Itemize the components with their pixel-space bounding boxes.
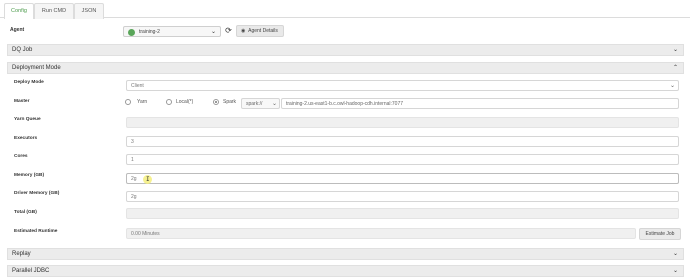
tab-json[interactable]: JSON bbox=[74, 3, 104, 19]
chevron-down-icon: ⌄ bbox=[669, 83, 675, 89]
agent-selected-value: training-2 bbox=[139, 29, 160, 35]
memory-input[interactable]: 2g bbox=[126, 173, 679, 184]
agent-status-icon bbox=[128, 28, 135, 36]
estimate-job-button[interactable]: Estimate Job bbox=[639, 228, 681, 240]
spark-host-input[interactable]: training-2.us-east1-b.c.owl-hadoop-cdh.i… bbox=[281, 98, 679, 109]
spark-protocol-select[interactable]: spark:// ⌄ bbox=[241, 98, 280, 109]
chevron-up-icon: ⌃ bbox=[672, 65, 678, 71]
radio-label: Spark bbox=[223, 99, 237, 105]
memory-label: Memory (GB) bbox=[14, 173, 45, 178]
radio-button[interactable] bbox=[125, 99, 131, 105]
text-cursor-icon: I bbox=[146, 176, 150, 183]
section-title: Replay bbox=[12, 251, 31, 257]
radio-label: Yarn bbox=[137, 99, 148, 105]
tab-config[interactable]: Config bbox=[4, 3, 34, 19]
yarn-queue-input[interactable] bbox=[126, 117, 679, 128]
agent-details-button[interactable]: ◉ Agent Details bbox=[236, 25, 284, 37]
section-title: DQ Job bbox=[12, 47, 33, 53]
total-input bbox=[126, 208, 679, 219]
radio-button[interactable] bbox=[166, 99, 172, 105]
chevron-down-icon: ⌄ bbox=[672, 268, 678, 274]
executors-input[interactable]: 3 bbox=[126, 136, 679, 147]
radio-button[interactable] bbox=[213, 99, 219, 105]
chevron-down-icon: ⌄ bbox=[210, 29, 216, 35]
radio-label: Local(*) bbox=[176, 99, 194, 105]
tab-bar: Config Run CMD JSON bbox=[0, 0, 690, 19]
tab-run-cmd[interactable]: Run CMD bbox=[34, 3, 74, 19]
eye-icon: ◉ bbox=[241, 28, 246, 34]
chevron-down-icon: ⌄ bbox=[271, 101, 277, 107]
deploy-mode-label: Deploy Mode bbox=[14, 80, 44, 85]
driver-memory-input[interactable]: 2g bbox=[126, 191, 679, 202]
spark-protocol-value: spark:// bbox=[246, 101, 263, 107]
refresh-icon[interactable]: ⟳ bbox=[224, 26, 233, 36]
executors-label: Executors bbox=[14, 136, 38, 141]
chevron-down-icon: ⌄ bbox=[672, 47, 678, 53]
section-parallel-jdbc[interactable]: Parallel JDBC ⌄ bbox=[7, 265, 684, 277]
yarn-queue-label: Yarn Queue bbox=[14, 117, 41, 122]
master-label: Master bbox=[14, 99, 30, 104]
section-title: Deployment Mode bbox=[12, 65, 61, 71]
total-label: Total (GB) bbox=[14, 210, 37, 215]
section-dq-job[interactable]: DQ Job ⌄ bbox=[7, 44, 684, 56]
section-replay[interactable]: Replay ⌄ bbox=[7, 248, 684, 260]
deploy-mode-value: Client bbox=[131, 83, 144, 89]
chevron-down-icon: ⌄ bbox=[672, 251, 678, 257]
agent-select[interactable]: training-2 ⌄ bbox=[123, 26, 221, 37]
agent-details-label: Agent Details bbox=[248, 28, 278, 34]
section-title: Parallel JDBC bbox=[12, 268, 50, 274]
estimated-runtime-input: 0.00 Minutes bbox=[126, 228, 636, 239]
cores-label: Cores bbox=[14, 154, 28, 159]
agent-label: Agent bbox=[10, 27, 25, 33]
deploy-mode-select[interactable]: Client ⌄ bbox=[126, 80, 679, 91]
section-deployment-mode[interactable]: Deployment Mode ⌃ bbox=[7, 62, 684, 74]
cores-input[interactable]: 1 bbox=[126, 154, 679, 165]
driver-memory-label: Driver Memory (GB) bbox=[14, 191, 60, 196]
estimated-runtime-label: Estimated Runtime bbox=[14, 229, 58, 234]
